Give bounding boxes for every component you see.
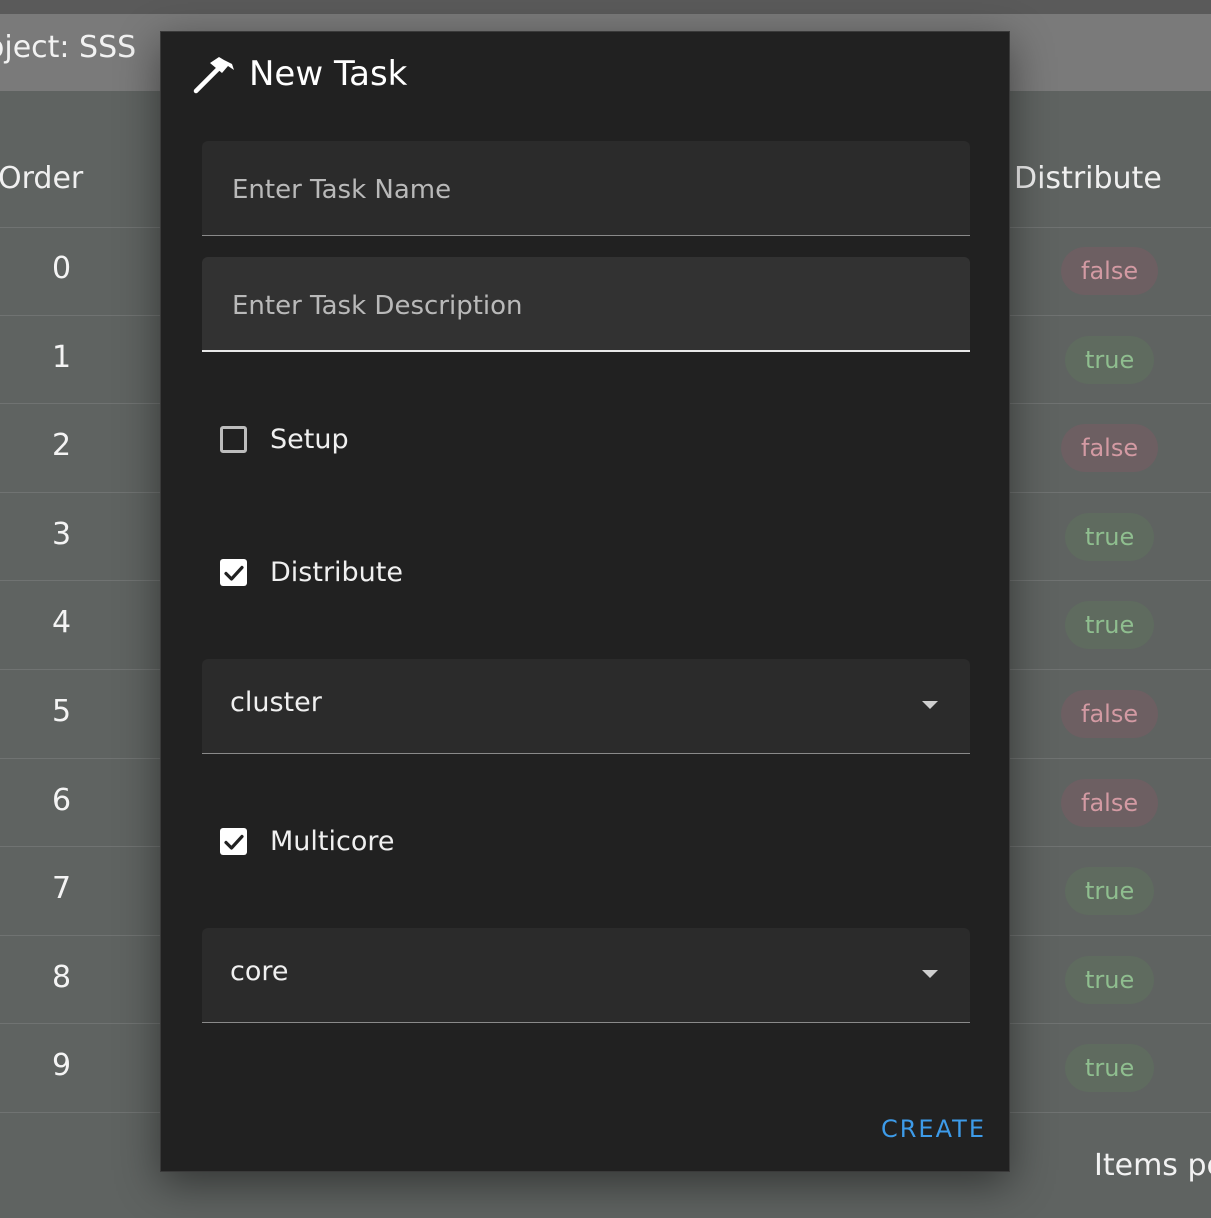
multicore-checkbox-row[interactable]: Multicore	[220, 826, 394, 857]
distribute-chip: true	[1065, 601, 1155, 650]
dropdown-arrow-icon	[922, 701, 938, 709]
dialog-title-text: New Task	[249, 54, 408, 94]
distribute-chip: false	[1061, 424, 1159, 473]
multicore-checkbox[interactable]	[220, 828, 247, 855]
hammer-icon	[193, 57, 234, 94]
distribute-chip: false	[1061, 778, 1159, 827]
row-order: 1	[51, 339, 72, 375]
row-order: 0	[51, 251, 72, 286]
task-name-input[interactable]	[230, 169, 934, 211]
distribute-checkbox-row[interactable]: Distribute	[220, 557, 403, 588]
column-header-order[interactable]: Order	[0, 161, 83, 196]
project-title: oject: SSS	[0, 30, 137, 65]
row-order: 5	[51, 693, 72, 729]
distribute-chip: false	[1061, 689, 1159, 738]
row-order: 8	[51, 959, 72, 995]
row-order: 2	[51, 428, 72, 464]
multicore-label: Multicore	[270, 826, 395, 857]
row-order: 7	[51, 871, 72, 907]
distribute-chip: true	[1065, 335, 1155, 384]
distribute-chip: true	[1065, 1044, 1155, 1093]
multicore-type-select[interactable]: core	[202, 928, 970, 1023]
distribute-type-select[interactable]: cluster	[202, 659, 970, 754]
dropdown-arrow-icon	[922, 970, 938, 978]
new-task-dialog: New Task Setup Distribute cluster Multic…	[160, 31, 1010, 1172]
row-order: 6	[51, 782, 72, 818]
distribute-chip: true	[1065, 512, 1155, 561]
page-top-strip	[0, 0, 1211, 14]
column-header-distribute[interactable]: Distribute	[1014, 161, 1162, 196]
dialog-title: New Task	[191, 50, 407, 98]
checkmark-icon	[223, 834, 244, 850]
distribute-chip: false	[1061, 247, 1159, 295]
create-button[interactable]: CREATE	[873, 1107, 994, 1151]
task-description-input[interactable]	[230, 285, 934, 327]
row-order: 3	[51, 516, 72, 552]
distribute-chip: true	[1065, 867, 1155, 916]
distribute-type-value: cluster	[230, 687, 322, 718]
task-description-field	[202, 257, 970, 352]
setup-checkbox[interactable]	[220, 426, 247, 453]
row-order: 9	[51, 1048, 72, 1084]
distribute-label: Distribute	[270, 557, 403, 588]
row-order: 4	[51, 605, 72, 641]
setup-label: Setup	[270, 424, 349, 455]
setup-checkbox-row[interactable]: Setup	[220, 424, 349, 455]
items-per-page-label: Items pe	[1094, 1148, 1211, 1183]
multicore-type-value: core	[230, 956, 289, 987]
distribute-checkbox[interactable]	[220, 559, 247, 586]
checkmark-icon	[223, 565, 244, 581]
distribute-chip: true	[1065, 955, 1155, 1004]
task-name-field	[202, 141, 970, 236]
